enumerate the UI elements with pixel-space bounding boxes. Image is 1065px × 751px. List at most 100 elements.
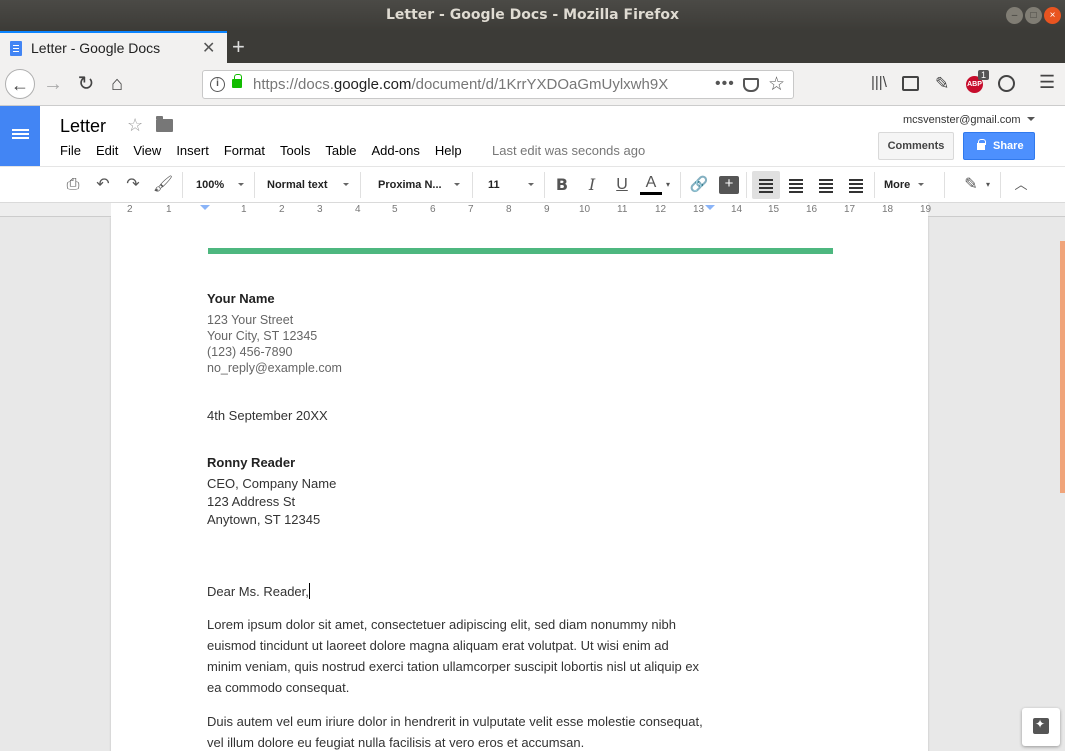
document-title[interactable]: Letter bbox=[60, 116, 106, 137]
bookmark-star-icon[interactable]: ☆ bbox=[768, 73, 785, 96]
tab-title: Letter - Google Docs bbox=[31, 40, 161, 56]
recipient-title[interactable]: CEO, Company Name bbox=[207, 476, 336, 492]
url-text[interactable]: https://docs.google.com/document/d/1KrrY… bbox=[253, 76, 683, 93]
menu-tools[interactable]: Tools bbox=[280, 143, 310, 158]
menu-insert[interactable]: Insert bbox=[176, 143, 209, 158]
print-icon[interactable]: ⎙ bbox=[62, 173, 84, 197]
text-color-chevron-icon[interactable]: ▾ bbox=[664, 173, 672, 197]
ruler[interactable]: 2 1 1 2 3 4 5 6 7 8 9 10 11 12 13 14 15 … bbox=[0, 203, 1065, 217]
menu-view[interactable]: View bbox=[133, 143, 161, 158]
minimize-button[interactable]: – bbox=[1006, 7, 1023, 24]
docs-home-icon[interactable] bbox=[0, 106, 40, 166]
star-icon[interactable]: ☆ bbox=[127, 115, 143, 136]
font-size-dropdown[interactable]: 11 bbox=[488, 173, 534, 197]
ruler-tick: 5 bbox=[392, 204, 398, 215]
window-title: Letter - Google Docs - Mozilla Firefox bbox=[385, 7, 680, 23]
menu-edit[interactable]: Edit bbox=[96, 143, 118, 158]
ruler-tick: 12 bbox=[655, 204, 667, 215]
menu-table[interactable]: Table bbox=[325, 143, 356, 158]
ruler-tick: 3 bbox=[317, 204, 323, 215]
vertical-scrollbar[interactable] bbox=[1060, 241, 1065, 493]
left-indent-marker[interactable] bbox=[200, 205, 210, 215]
body-paragraph-1[interactable]: Lorem ipsum dolor sit amet, consectetuer… bbox=[207, 614, 707, 698]
last-edit-status[interactable]: Last edit was seconds ago bbox=[492, 143, 645, 158]
right-indent-marker[interactable] bbox=[705, 205, 715, 215]
paint-format-icon[interactable]: 🖌 bbox=[152, 173, 174, 197]
close-tab-icon[interactable]: ✕ bbox=[202, 38, 215, 58]
window-titlebar: Letter - Google Docs - Mozilla Firefox –… bbox=[0, 0, 1065, 31]
ruler-tick: 2 bbox=[279, 204, 285, 215]
maximize-button[interactable]: □ bbox=[1025, 7, 1042, 24]
editing-mode-pencil-icon[interactable]: ✎ bbox=[960, 173, 982, 197]
salutation[interactable]: Dear Ms. Reader, bbox=[207, 584, 309, 599]
back-button[interactable]: ← bbox=[5, 69, 35, 99]
sender-email[interactable]: no_reply@example.com bbox=[207, 360, 342, 376]
zoom-dropdown[interactable]: 100% bbox=[196, 173, 244, 197]
salutation-line[interactable]: Dear Ms. Reader, bbox=[207, 583, 310, 600]
pocket-icon[interactable] bbox=[743, 78, 759, 92]
body-paragraph-2[interactable]: Duis autem vel eum iriure dolor in hendr… bbox=[207, 711, 707, 751]
formatting-toolbar: ⎙ ↶ ↷ 🖌 100% Normal text Proxima N... 11… bbox=[0, 166, 1065, 203]
browser-tab[interactable]: Letter - Google Docs ✕ bbox=[0, 31, 227, 63]
ruler-tick: 6 bbox=[430, 204, 436, 215]
letter-date[interactable]: 4th September 20XX bbox=[207, 408, 328, 424]
text-color-button[interactable]: A bbox=[640, 173, 662, 195]
insert-link-icon[interactable]: 🔗 bbox=[688, 173, 710, 197]
underline-button[interactable]: U bbox=[612, 173, 632, 197]
menu-addons[interactable]: Add-ons bbox=[371, 143, 419, 158]
menu-bar: File Edit View Insert Format Tools Table Add-on… bbox=[60, 143, 477, 158]
redo-icon[interactable]: ↷ bbox=[122, 173, 144, 197]
url-bar[interactable]: i https://docs.google.com/document/d/1Kr… bbox=[202, 70, 794, 99]
align-left-button[interactable] bbox=[752, 171, 780, 199]
font-dropdown[interactable]: Proxima N... bbox=[378, 173, 460, 197]
document-page[interactable]: Your Name 123 Your Street Your City, ST … bbox=[111, 217, 928, 751]
recipient-city[interactable]: Anytown, ST 12345 bbox=[207, 512, 320, 528]
sender-name[interactable]: Your Name bbox=[207, 291, 275, 307]
reload-button[interactable]: ↻ bbox=[71, 69, 101, 99]
more-dropdown[interactable]: More bbox=[884, 173, 924, 197]
editing-mode-chevron-icon[interactable]: ▾ bbox=[983, 173, 993, 197]
extension-icon[interactable] bbox=[998, 75, 1015, 92]
italic-button[interactable]: I bbox=[582, 173, 602, 197]
ruler-tick: 10 bbox=[579, 204, 591, 215]
menu-file[interactable]: File bbox=[60, 143, 81, 158]
secure-lock-icon bbox=[232, 74, 242, 88]
align-justify-button[interactable] bbox=[842, 171, 870, 199]
share-button[interactable]: Share bbox=[963, 132, 1035, 160]
ruler-tick: 2 bbox=[127, 204, 133, 215]
tab-bar: Letter - Google Docs ✕ + bbox=[0, 31, 1065, 63]
bold-button[interactable]: B bbox=[552, 173, 572, 197]
close-window-button[interactable]: × bbox=[1044, 7, 1061, 24]
align-center-button[interactable] bbox=[782, 171, 810, 199]
align-right-button[interactable] bbox=[812, 171, 840, 199]
folder-icon[interactable] bbox=[156, 116, 173, 132]
library-icon[interactable]: |||\ bbox=[871, 74, 887, 91]
menu-hamburger-icon[interactable]: ☰ bbox=[1039, 72, 1055, 93]
account-switcher[interactable]: mcsvenster@gmail.com bbox=[903, 114, 1035, 126]
explore-icon bbox=[1033, 717, 1049, 734]
undo-icon[interactable]: ↶ bbox=[92, 173, 114, 197]
recipient-street[interactable]: 123 Address St bbox=[207, 494, 295, 510]
site-info-icon[interactable]: i bbox=[210, 77, 225, 92]
ruler-tick: 16 bbox=[806, 204, 818, 215]
menu-help[interactable]: Help bbox=[435, 143, 462, 158]
sender-city[interactable]: Your City, ST 12345 bbox=[207, 328, 317, 344]
ruler-tick: 19 bbox=[920, 204, 932, 215]
sidebar-icon[interactable] bbox=[902, 76, 919, 91]
add-comment-icon[interactable]: + bbox=[719, 176, 739, 194]
evernote-icon[interactable]: ✎ bbox=[935, 74, 949, 94]
forward-button[interactable]: → bbox=[38, 69, 68, 99]
explore-button[interactable] bbox=[1022, 708, 1060, 746]
comments-button[interactable]: Comments bbox=[878, 132, 954, 160]
text-cursor bbox=[308, 583, 310, 599]
sender-phone[interactable]: (123) 456-7890 bbox=[207, 344, 292, 360]
sender-street[interactable]: 123 Your Street bbox=[207, 312, 293, 328]
home-icon[interactable]: ⌂ bbox=[102, 69, 132, 99]
page-actions-icon[interactable]: ••• bbox=[715, 75, 735, 93]
document-canvas[interactable]: Your Name 123 Your Street Your City, ST … bbox=[0, 217, 1065, 751]
paragraph-style-dropdown[interactable]: Normal text bbox=[267, 173, 349, 197]
menu-format[interactable]: Format bbox=[224, 143, 265, 158]
collapse-toolbar-icon[interactable]: ︿ bbox=[1010, 173, 1032, 197]
new-tab-button[interactable]: + bbox=[232, 34, 245, 60]
recipient-name[interactable]: Ronny Reader bbox=[207, 455, 295, 471]
